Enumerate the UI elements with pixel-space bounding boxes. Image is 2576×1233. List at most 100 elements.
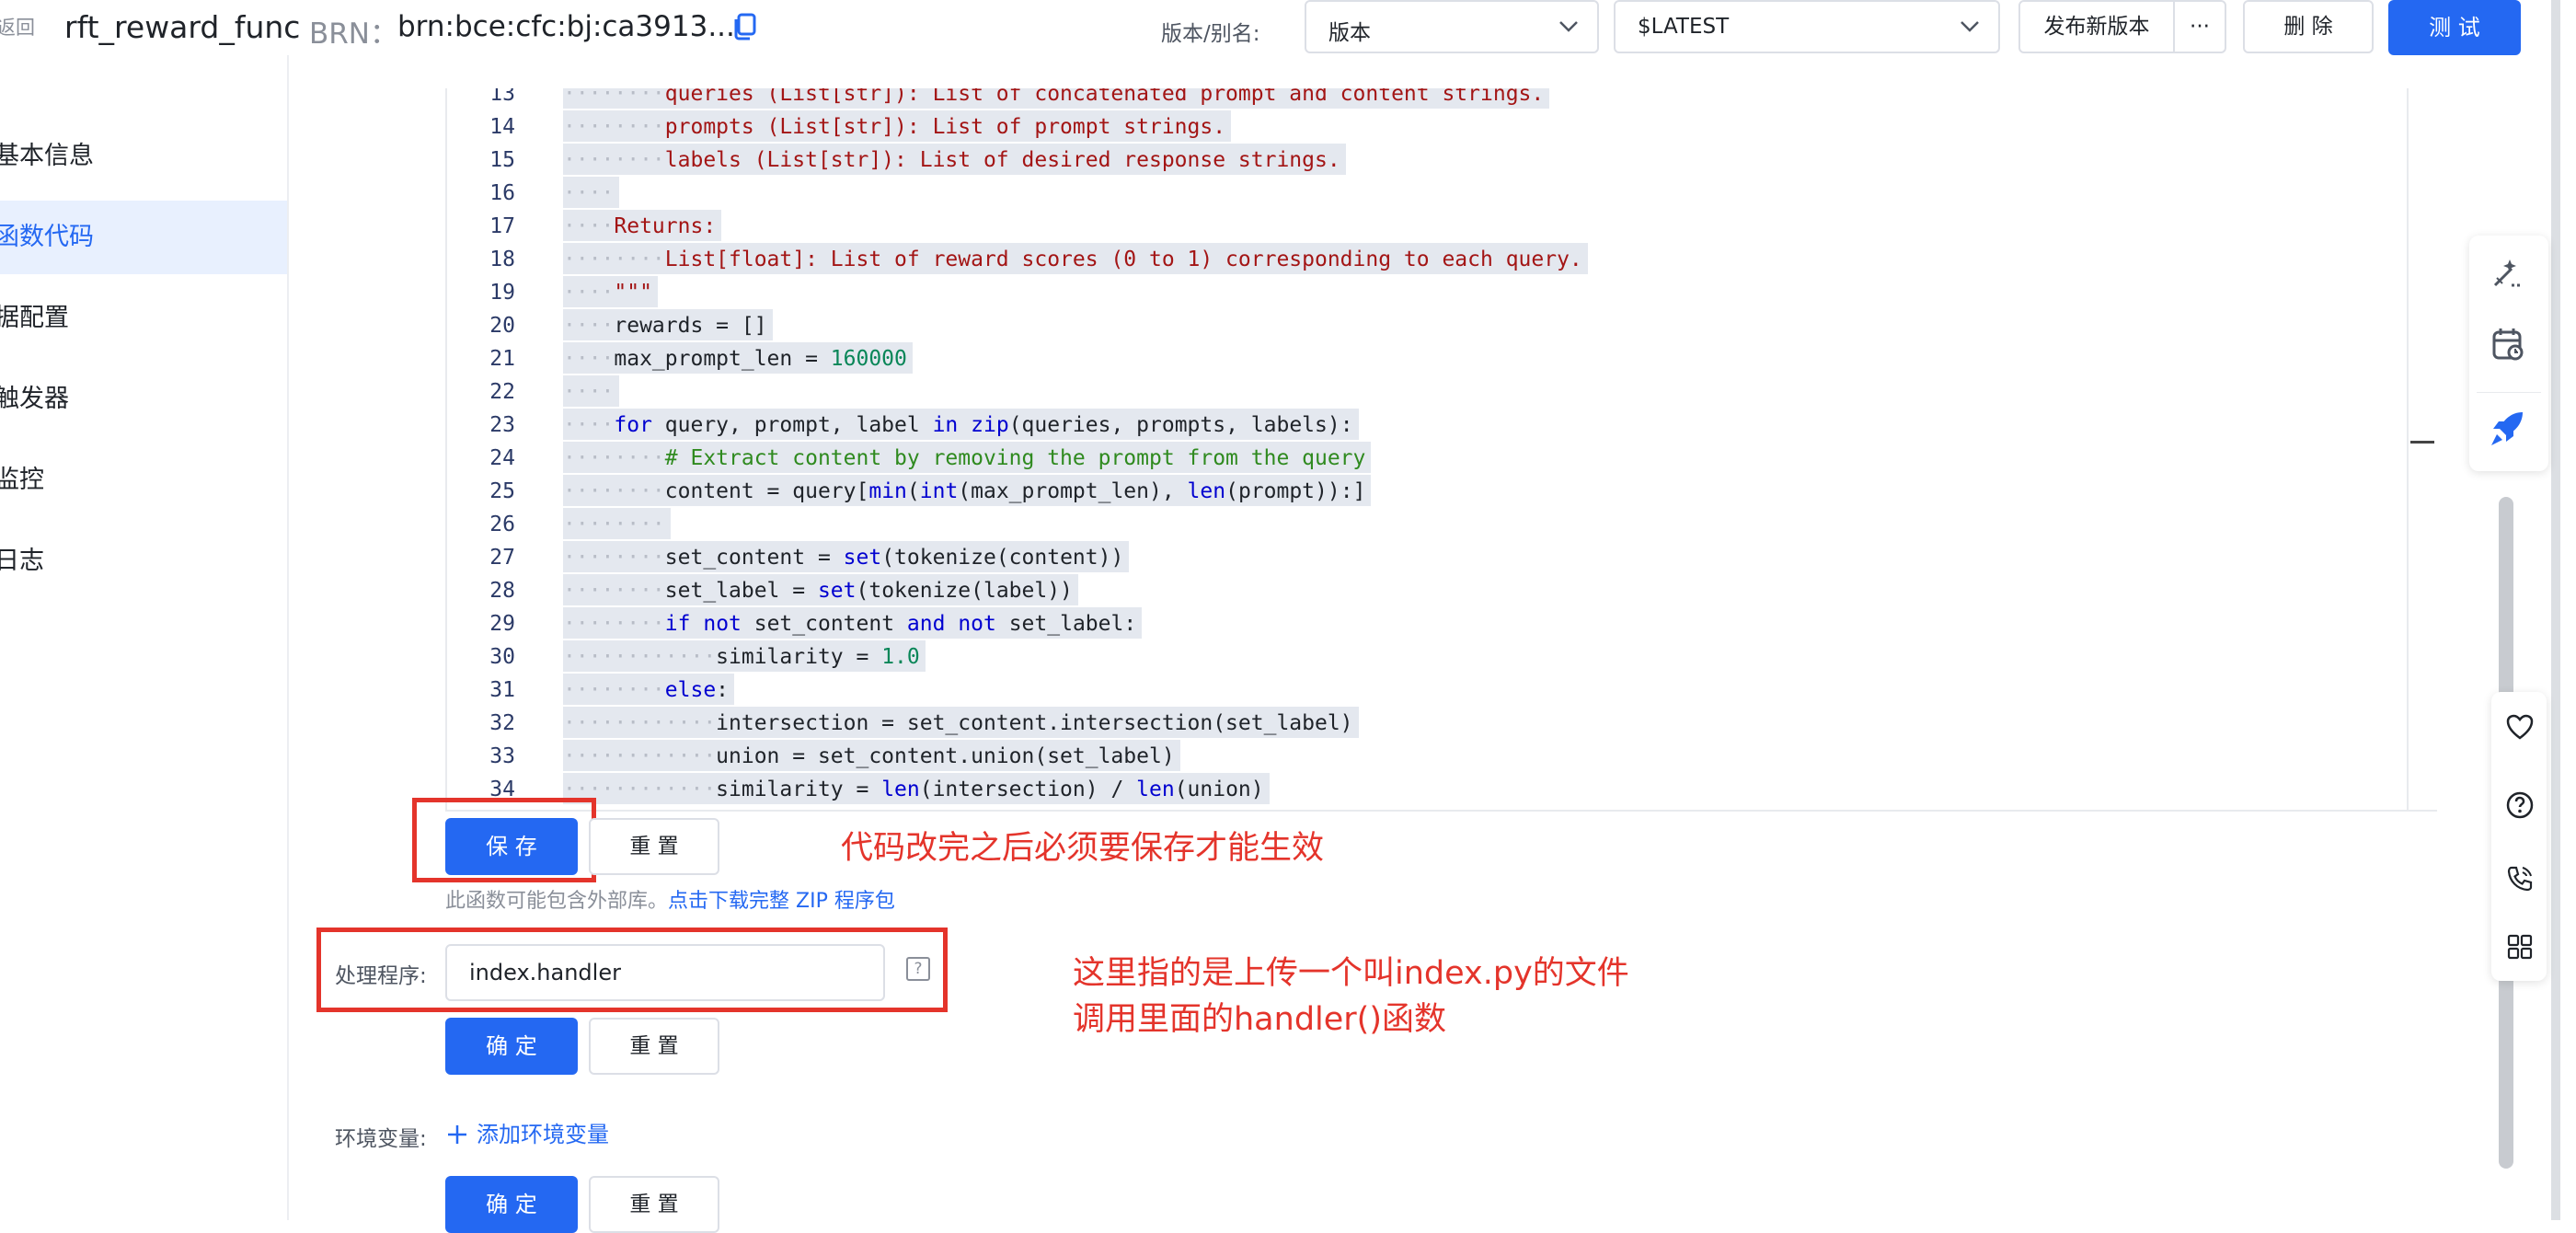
rocket-icon[interactable]	[2488, 407, 2530, 449]
calendar-check-icon[interactable]	[2490, 326, 2526, 363]
handler-input[interactable]: index.handler	[445, 944, 885, 1001]
code-text: ········if not set_content and not set_l…	[563, 607, 1143, 639]
line-number: 29	[489, 612, 515, 636]
code-line[interactable]: 13 ········queries (List[str]): List of c…	[447, 88, 2379, 110]
code-text: ········prompts (List[str]): List of pro…	[563, 110, 1232, 142]
help-circle-icon[interactable]	[2506, 791, 2534, 819]
zip-hint-text: 此函数可能包含外部库。	[445, 890, 669, 913]
version-select[interactable]: 版本	[1305, 0, 1599, 53]
env-reset-button[interactable]: 重 置	[589, 1176, 719, 1233]
code-line[interactable]: 20 ····rewards = []	[447, 309, 2379, 342]
help-icon[interactable]: ?	[906, 957, 930, 981]
sidebar-item-monitoring[interactable]: 监控	[0, 444, 287, 517]
handler-reset-button[interactable]: 重 置	[589, 1018, 719, 1075]
delete-button[interactable]: 删 除	[2243, 0, 2374, 53]
version-select-value: 版本	[1328, 21, 1371, 45]
phone-icon[interactable]	[2506, 865, 2534, 893]
sidebar-item-label: 基本信息	[0, 142, 94, 170]
code-text: ········labels (List[str]): List of desi…	[563, 144, 1346, 175]
line-number: 27	[489, 546, 515, 570]
download-zip-link[interactable]: 点击下载完整 ZIP 程序包	[668, 890, 895, 913]
code-line[interactable]: 25 ········content = query[min(int(max_pr…	[447, 475, 2379, 508]
env-label: 环境变量:	[335, 1127, 427, 1151]
code-line[interactable]: 15 ········labels (List[str]): List of de…	[447, 144, 2379, 177]
tool-divider	[2477, 392, 2541, 393]
test-button[interactable]: 测 试	[2388, 0, 2521, 55]
code-text: ············similarity = len(intersectio…	[563, 773, 1270, 804]
code-line[interactable]: 31 ········else:	[447, 674, 2379, 707]
code-line[interactable]: 19 ····"""	[447, 276, 2379, 309]
editor-overview-ruler	[2407, 88, 2436, 810]
code-line[interactable]: 17 ····Returns:	[447, 210, 2379, 243]
brn-label: BRN：	[309, 17, 398, 51]
chevron-down-icon	[1961, 21, 1979, 32]
code-line[interactable]: 23 ····for query, prompt, label in zip(qu…	[447, 409, 2379, 442]
code-line[interactable]: 30 ············similarity = 1.0	[447, 640, 2379, 674]
line-number: 19	[489, 281, 515, 305]
code-line[interactable]: 24 ········# Extract content by removing …	[447, 442, 2379, 475]
more-button[interactable]: ···	[2173, 0, 2226, 53]
code-text: ············similarity = 1.0	[563, 640, 926, 672]
version-alias-label: 版本/别名:	[1161, 22, 1260, 46]
code-text: ············intersection = set_content.i…	[563, 707, 1359, 738]
alias-select[interactable]: $LATEST	[1614, 0, 2000, 53]
line-number: 20	[489, 314, 515, 338]
code-line[interactable]: 16 ····	[447, 177, 2379, 210]
handler-label: 处理程序:	[335, 964, 427, 988]
magic-edit-icon[interactable]	[2490, 254, 2526, 291]
sidebar-item-basic-info[interactable]: 基本信息	[0, 120, 287, 193]
window-edge-bar	[2551, 0, 2560, 1220]
code-line[interactable]: 18 ········List[float]: List of reward sc…	[447, 243, 2379, 276]
code-line[interactable]: 32 ············intersection = set_content…	[447, 707, 2379, 740]
publish-version-button[interactable]: 发布新版本	[2018, 0, 2175, 53]
code-line[interactable]: 14 ········prompts (List[str]): List of p…	[447, 110, 2379, 144]
editor-cursor-marker	[2410, 441, 2434, 444]
code-editor[interactable]: 13 ········queries (List[str]): List of c…	[445, 88, 2437, 812]
sidebar: 基本信息 函数代码 据配置 触发器 监控 日志	[0, 55, 289, 1220]
tool-panel-bottom	[2491, 692, 2547, 981]
sidebar-item-function-code[interactable]: 函数代码	[0, 201, 287, 274]
line-number: 16	[489, 181, 515, 205]
save-button[interactable]: 保 存	[445, 818, 578, 875]
code-line[interactable]: 28 ········set_label = set(tokenize(label…	[447, 574, 2379, 607]
reset-code-button[interactable]: 重 置	[589, 818, 719, 875]
line-number: 30	[489, 645, 515, 669]
line-number: 25	[489, 479, 515, 503]
code-line[interactable]: 22 ····	[447, 375, 2379, 409]
sidebar-item-config[interactable]: 据配置	[0, 282, 287, 355]
code-text: ····Returns:	[563, 210, 722, 241]
code-line[interactable]: 27 ········set_content = set(tokenize(con…	[447, 541, 2379, 574]
line-number: 32	[489, 711, 515, 735]
code-text: ········queries (List[str]): List of con…	[563, 88, 1550, 109]
line-number: 17	[489, 214, 515, 238]
code-text: ············union = set_content.union(se…	[563, 740, 1180, 771]
alias-select-value: $LATEST	[1638, 15, 1730, 39]
line-number: 24	[489, 446, 515, 470]
line-number: 14	[489, 115, 515, 139]
back-link[interactable]: 返回	[0, 13, 35, 40]
sidebar-item-logs[interactable]: 日志	[0, 524, 287, 598]
sidebar-item-triggers[interactable]: 触发器	[0, 363, 287, 436]
grid-apps-icon[interactable]	[2506, 933, 2534, 961]
line-number: 31	[489, 678, 515, 702]
plus-icon	[448, 1125, 466, 1144]
copy-icon[interactable]	[733, 13, 757, 40]
code-line[interactable]: 26 ········	[447, 508, 2379, 541]
code-text: ········# Extract content by removing th…	[563, 442, 1372, 473]
code-text: ····max_prompt_len = 160000	[563, 342, 913, 374]
heart-icon[interactable]	[2506, 714, 2534, 740]
code-line[interactable]: 34 ············similarity = len(intersect…	[447, 773, 2379, 806]
add-env-link[interactable]: 添加环境变量	[447, 1116, 609, 1148]
env-confirm-button[interactable]: 确 定	[445, 1176, 578, 1233]
handler-confirm-button[interactable]: 确 定	[445, 1018, 578, 1075]
code-line[interactable]: 29 ········if not set_content and not set…	[447, 607, 2379, 640]
code-line[interactable]: 21 ····max_prompt_len = 160000	[447, 342, 2379, 375]
sidebar-item-label: 日志	[0, 547, 44, 575]
brn-value: brn:bce:cfc:bj:ca3913...	[397, 10, 735, 43]
code-text: ····rewards = []	[563, 309, 773, 340]
line-number: 26	[489, 513, 515, 536]
line-number: 22	[489, 380, 515, 404]
annotation-handler-note: 这里指的是上传一个叫index.py的文件 调用里面的handler()函数	[1073, 951, 1629, 1043]
code-line[interactable]: 33 ············union = set_content.union(…	[447, 740, 2379, 773]
code-text: ····"""	[563, 276, 658, 307]
